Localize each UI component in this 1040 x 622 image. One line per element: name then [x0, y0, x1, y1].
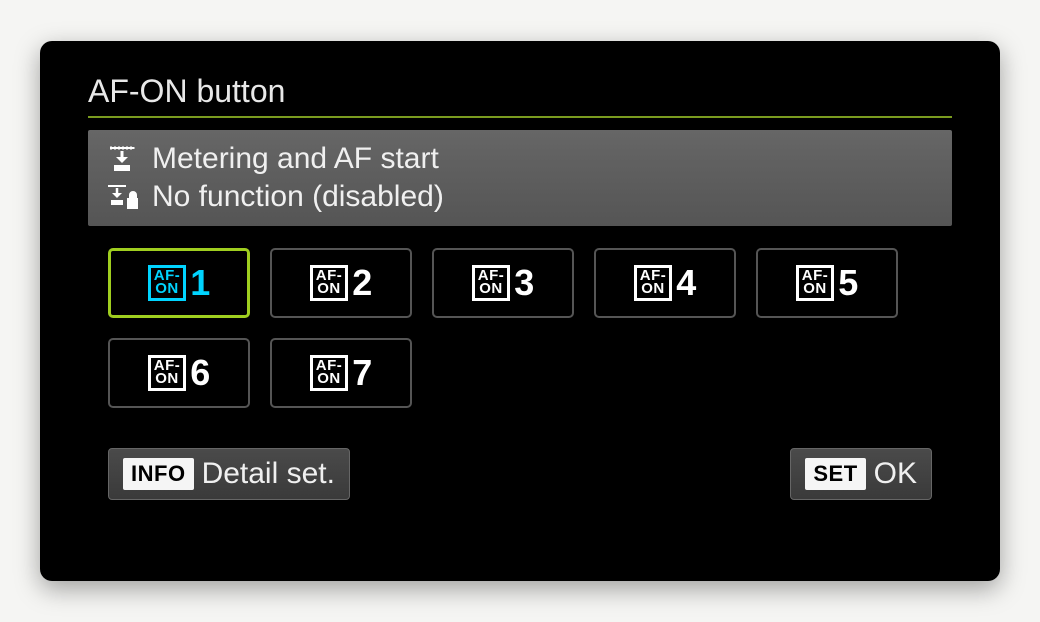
preset-inner: AF- ON 2 [310, 262, 373, 304]
preset-inner: AF- ON 5 [796, 262, 859, 304]
preset-inner: AF- ON 7 [310, 352, 373, 394]
camera-menu-screen: AF-ON button Metering and AF start No fu… [40, 41, 1000, 581]
af-on-icon: AF- ON [472, 265, 511, 301]
function-line-1-text: Metering and AF start [152, 142, 439, 176]
preset-number: 1 [190, 262, 210, 304]
function-line-1: Metering and AF start [106, 140, 934, 178]
af-on-icon: AF- ON [148, 265, 187, 301]
set-ok-button[interactable]: SET OK [790, 448, 932, 500]
preset-inner: AF- ON 6 [148, 352, 211, 394]
function-info-bar: Metering and AF start No function (disab… [88, 130, 952, 226]
info-label: Detail set. [202, 457, 335, 491]
preset-af-on-4[interactable]: AF- ON 4 [594, 248, 736, 318]
af-label-bot: ON [155, 283, 179, 296]
preset-number: 7 [352, 352, 372, 394]
preset-number: 2 [352, 262, 372, 304]
metering-af-start-icon [106, 143, 138, 175]
footer-bar: INFO Detail set. SET OK [88, 448, 952, 500]
preset-inner: AF- ON 1 [148, 262, 211, 304]
preset-inner: AF- ON 3 [472, 262, 535, 304]
page-title: AF-ON button [88, 73, 952, 116]
af-label-bot: ON [317, 373, 341, 386]
af-on-icon: AF- ON [310, 265, 349, 301]
preset-af-on-7[interactable]: AF- ON 7 [270, 338, 412, 408]
af-label-bot: ON [641, 283, 665, 296]
preset-af-on-5[interactable]: AF- ON 5 [756, 248, 898, 318]
info-detail-button[interactable]: INFO Detail set. [108, 448, 350, 500]
preset-af-on-1[interactable]: AF- ON 1 [108, 248, 250, 318]
preset-number: 6 [190, 352, 210, 394]
preset-number: 3 [514, 262, 534, 304]
function-line-2-text: No function (disabled) [152, 180, 444, 214]
title-divider [88, 116, 952, 118]
set-label: OK [874, 457, 917, 491]
preset-number: 4 [676, 262, 696, 304]
af-on-icon: AF- ON [310, 355, 349, 391]
af-on-icon: AF- ON [148, 355, 187, 391]
preset-inner: AF- ON 4 [634, 262, 697, 304]
af-label-bot: ON [155, 373, 179, 386]
no-function-disabled-icon [106, 181, 138, 213]
af-label-bot: ON [479, 283, 503, 296]
preset-af-on-3[interactable]: AF- ON 3 [432, 248, 574, 318]
preset-number: 5 [838, 262, 858, 304]
set-badge: SET [805, 458, 865, 490]
preset-af-on-6[interactable]: AF- ON 6 [108, 338, 250, 408]
preset-grid: AF- ON 1 AF- ON 2 AF- ON 3 AF- ON 4 [88, 248, 952, 408]
af-label-bot: ON [317, 283, 341, 296]
info-badge: INFO [123, 458, 194, 490]
af-on-icon: AF- ON [634, 265, 673, 301]
preset-af-on-2[interactable]: AF- ON 2 [270, 248, 412, 318]
function-line-2: No function (disabled) [106, 178, 934, 216]
af-label-bot: ON [803, 283, 827, 296]
af-on-icon: AF- ON [796, 265, 835, 301]
